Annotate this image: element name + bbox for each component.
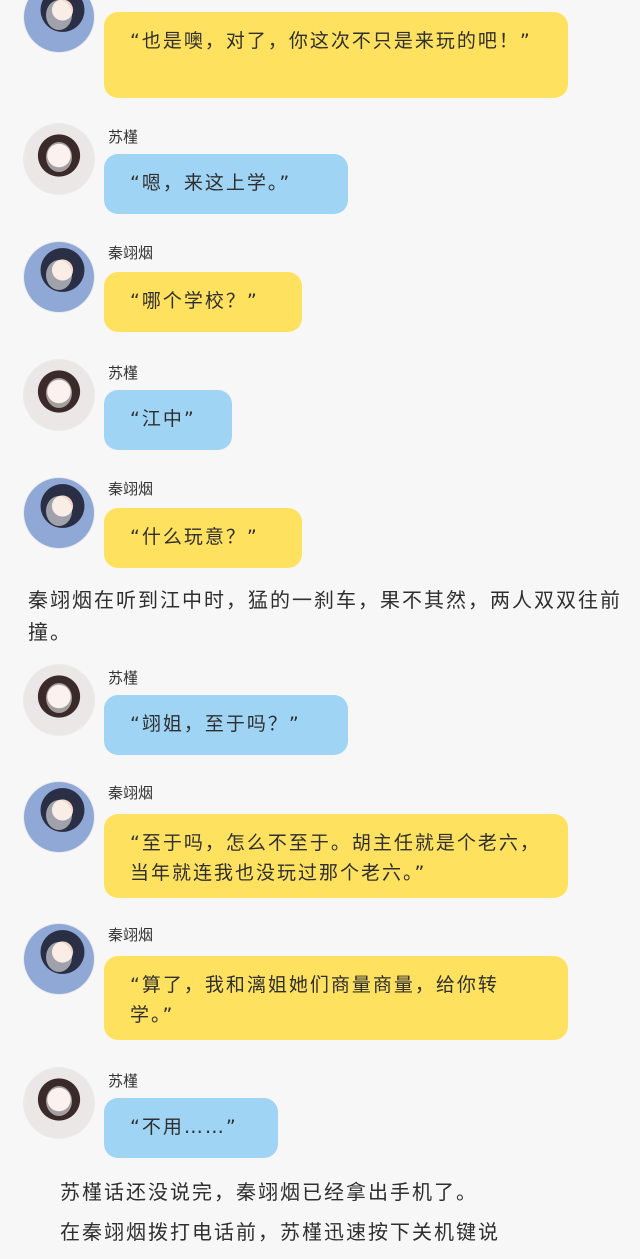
bubble-message: “翊姐，至于吗？” bbox=[104, 695, 348, 755]
avatar-qin bbox=[24, 242, 94, 312]
speaker-name: 苏槿 bbox=[108, 669, 139, 687]
avatar-su bbox=[24, 124, 94, 194]
bubble-message: “什么玩意？” bbox=[104, 508, 302, 568]
speaker-name: 秦翊烟 bbox=[108, 784, 154, 802]
bubble-message: “江中” bbox=[104, 390, 232, 450]
speaker-name: 秦翊烟 bbox=[108, 926, 154, 944]
narration-paragraph: 秦翊烟在听到江中时，猛的一刹车，果不其然，两人双双往前撞。 bbox=[28, 588, 622, 644]
avatar-qin bbox=[24, 0, 94, 52]
speaker-name: 秦翊烟 bbox=[108, 244, 154, 262]
bubble-message: “至于吗，怎么不至于。胡主任就是个老六，当年就连我也没玩过那个老六。” bbox=[104, 814, 568, 898]
narration-paragraph: 苏槿话还没说完，秦翊烟已经拿出手机了。 bbox=[60, 1180, 478, 1204]
bubble-message: “哪个学校？” bbox=[104, 272, 302, 332]
avatar-qin bbox=[24, 478, 94, 548]
speaker-name: 秦翊烟 bbox=[108, 480, 154, 498]
bubble-message: “嗯，来这上学。” bbox=[104, 154, 348, 214]
bubble-message: “算了，我和漓姐她们商量商量，给你转学。” bbox=[104, 956, 568, 1040]
avatar-qin bbox=[24, 782, 94, 852]
speaker-name: 苏槿 bbox=[108, 364, 139, 382]
avatar-qin bbox=[24, 924, 94, 994]
speaker-name: 苏槿 bbox=[108, 128, 139, 146]
avatar-su bbox=[24, 360, 94, 430]
chat-story-page: “也是噢，对了，你这次不只是来玩的吧！” 苏槿 “嗯，来这上学。” 秦翊烟 “哪… bbox=[0, 0, 640, 1259]
narration-paragraph: 在秦翊烟拨打电话前，苏槿迅速按下关机键说 bbox=[60, 1220, 500, 1244]
bubble-message: “也是噢，对了，你这次不只是来玩的吧！” bbox=[104, 12, 568, 98]
speaker-name: 苏槿 bbox=[108, 1072, 139, 1090]
bubble-message: “不用……” bbox=[104, 1098, 278, 1158]
avatar-su bbox=[24, 1068, 94, 1138]
avatar-su bbox=[24, 665, 94, 735]
